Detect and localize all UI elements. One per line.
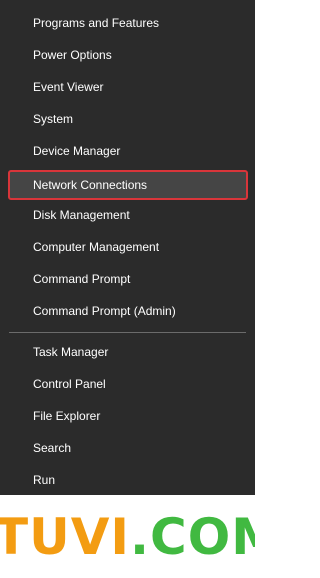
menu-item-device-manager[interactable]: Device Manager: [0, 135, 255, 167]
menu-item-event-viewer[interactable]: Event Viewer: [0, 71, 255, 103]
menu-separator: [9, 332, 246, 333]
watermark-text: TUVI.COM: [0, 507, 255, 567]
watermark-logo: TUVI.COM: [0, 503, 255, 578]
power-user-menu: Programs and Features Power Options Even…: [0, 0, 255, 495]
menu-item-power-options[interactable]: Power Options: [0, 39, 255, 71]
watermark-part2: .COM: [130, 508, 255, 566]
menu-item-file-explorer[interactable]: File Explorer: [0, 400, 255, 432]
menu-item-disk-management[interactable]: Disk Management: [0, 199, 255, 231]
menu-item-command-prompt[interactable]: Command Prompt: [0, 263, 255, 295]
menu-item-network-connections[interactable]: Network Connections: [8, 170, 248, 200]
menu-item-search[interactable]: Search: [0, 432, 255, 464]
menu-item-task-manager[interactable]: Task Manager: [0, 336, 255, 368]
menu-item-command-prompt-admin[interactable]: Command Prompt (Admin): [0, 295, 255, 327]
menu-item-programs-and-features[interactable]: Programs and Features: [0, 7, 255, 39]
menu-item-run[interactable]: Run: [0, 464, 255, 496]
menu-item-computer-management[interactable]: Computer Management: [0, 231, 255, 263]
menu-item-control-panel[interactable]: Control Panel: [0, 368, 255, 400]
watermark-part1: TUVI: [0, 508, 131, 566]
menu-item-system[interactable]: System: [0, 103, 255, 135]
